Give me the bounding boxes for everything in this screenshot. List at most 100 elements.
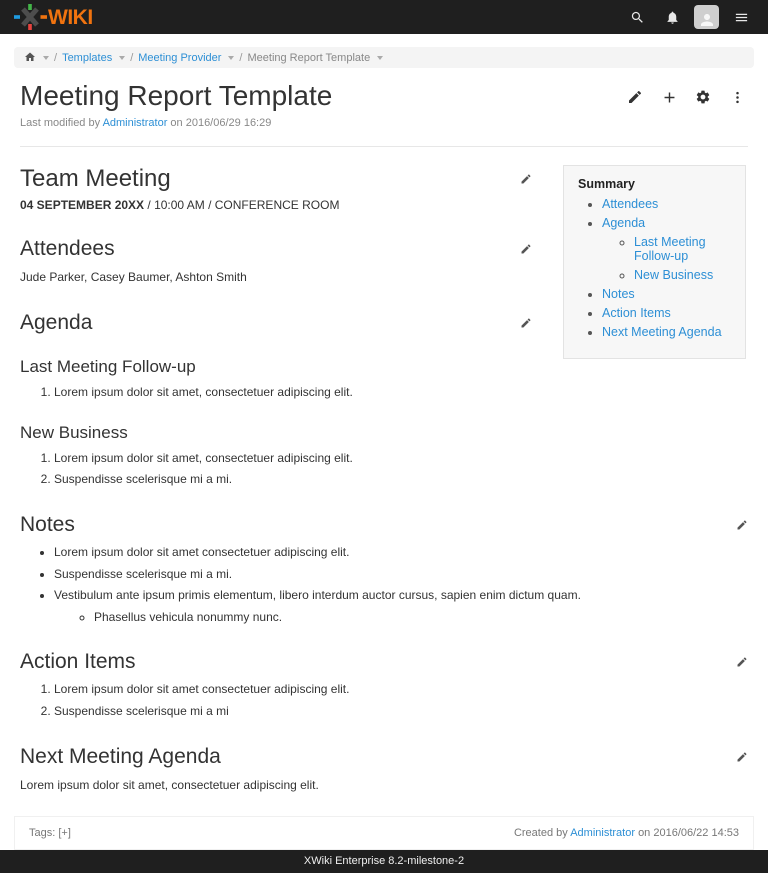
modified-suffix: on 2016/06/29 16:29 xyxy=(170,117,271,129)
user-avatar-button[interactable] xyxy=(694,5,719,29)
breadcrumb-item-templates[interactable]: Templates xyxy=(62,52,112,64)
pencil-icon xyxy=(627,89,643,105)
summary-link-last-meeting-follow-up[interactable]: Last Meeting Follow-up xyxy=(634,235,706,263)
home-icon[interactable] xyxy=(24,51,36,64)
summary-link-notes[interactable]: Notes xyxy=(602,287,635,301)
section-last-meeting-follow-up: Last Meeting Follow-up Lorem ipsum dolor… xyxy=(20,357,748,401)
plus-icon xyxy=(661,89,678,106)
current-page-caret-icon[interactable] xyxy=(377,56,383,60)
page-actions xyxy=(624,80,748,108)
section-next-meeting-agenda: Next Meeting Agenda Lorem ipsum dolor si… xyxy=(20,745,748,794)
action-items-list: Lorem ipsum dolor sit amet consectetuer … xyxy=(20,682,748,719)
next-meeting-agenda-text: Lorem ipsum dolor sit amet, consectetuer… xyxy=(20,776,748,794)
summary-sublist: Last Meeting Follow-up New Business xyxy=(602,235,735,282)
section-action-items: Action Items Lorem ipsum dolor sit amet … xyxy=(20,650,748,719)
top-sections: Team Meeting 04 SEPTEMBER 20XX / 10:00 A… xyxy=(20,165,532,335)
modified-prefix: Last modified by xyxy=(20,117,100,129)
version-footer-bar: XWiki Enterprise 8.2-milestone-2 xyxy=(0,850,768,873)
more-actions-button[interactable] xyxy=(726,86,748,108)
search-icon[interactable] xyxy=(624,4,650,30)
edit-section-icon[interactable] xyxy=(520,173,532,185)
home-caret-icon[interactable] xyxy=(43,56,49,60)
add-tag-button[interactable]: [+] xyxy=(58,827,71,839)
list-item: New Business xyxy=(634,268,735,282)
list-item: Lorem ipsum dolor sit amet consectetuer … xyxy=(54,545,748,561)
list-item: Vestibulum ante ipsum primis elementum, … xyxy=(54,588,748,625)
xwiki-logo-text: WIKI xyxy=(48,7,93,28)
list-item: Notes xyxy=(602,287,735,301)
section-heading: Agenda xyxy=(20,311,92,335)
section-heading: Notes xyxy=(20,513,75,537)
breadcrumb-item-meeting-provider[interactable]: Meeting Provider xyxy=(138,52,221,64)
user-avatar-icon xyxy=(698,11,716,29)
list-item-text: Vestibulum ante ipsum primis elementum, … xyxy=(54,588,581,602)
summary-link-new-business[interactable]: New Business xyxy=(634,268,713,282)
breadcrumb-separator: / xyxy=(239,52,242,64)
created-suffix: on 2016/06/22 14:53 xyxy=(638,827,739,839)
edit-section-icon[interactable] xyxy=(736,519,748,531)
list-item: Phasellus vehicula nonummy nunc. xyxy=(94,610,748,626)
xwiki-x-logo-icon xyxy=(14,4,47,30)
summary-link-action-items[interactable]: Action Items xyxy=(602,306,671,320)
summary-link-next-meeting-agenda[interactable]: Next Meeting Agenda xyxy=(602,325,722,339)
meeting-time-location: / 10:00 AM / CONFERENCE ROOM xyxy=(144,198,339,212)
list-item: Suspendisse scelerisque mi a mi xyxy=(54,704,748,720)
breadcrumb-separator: / xyxy=(54,52,57,64)
notifications-bell-icon[interactable] xyxy=(659,4,685,30)
page-header: Meeting Report Template Last modified by… xyxy=(0,68,768,147)
section-heading: New Business xyxy=(20,423,748,443)
section-new-business: New Business Lorem ipsum dolor sit amet,… xyxy=(20,423,748,488)
list-item: Agenda Last Meeting Follow-up New Busine… xyxy=(602,216,735,282)
breadcrumb-separator: / xyxy=(130,52,133,64)
list-item: Last Meeting Follow-up xyxy=(634,235,735,263)
settings-button[interactable] xyxy=(692,86,714,108)
notes-sublist: Phasellus vehicula nonummy nunc. xyxy=(54,610,748,626)
created-line: Created by Administrator on 2016/06/22 1… xyxy=(514,827,739,839)
section-heading: Next Meeting Agenda xyxy=(20,745,221,769)
list-item: Suspendisse scelerisque mi a mi. xyxy=(54,472,748,488)
section-attendees: Attendees Jude Parker, Casey Baumer, Ash… xyxy=(20,237,532,286)
summary-link-agenda[interactable]: Agenda xyxy=(602,216,645,230)
edit-section-icon[interactable] xyxy=(736,656,748,668)
meeting-date-line: 04 SEPTEMBER 20XX / 10:00 AM / CONFERENC… xyxy=(20,198,532,212)
section-heading: Team Meeting xyxy=(20,165,171,193)
summary-link-attendees[interactable]: Attendees xyxy=(602,197,658,211)
document-content: Summary Attendees Agenda Last Meeting Fo… xyxy=(0,147,768,793)
gear-icon xyxy=(695,89,711,105)
section-heading: Last Meeting Follow-up xyxy=(20,357,748,377)
create-page-button[interactable] xyxy=(658,86,680,108)
section-heading: Action Items xyxy=(20,650,136,674)
breadcrumb-item-current: Meeting Report Template xyxy=(247,52,370,64)
section-notes: Notes Lorem ipsum dolor sit amet consect… xyxy=(20,513,748,625)
list-item: Next Meeting Agenda xyxy=(602,325,735,339)
document-footer: Tags: [+] Created by Administrator on 20… xyxy=(14,816,754,850)
last-meeting-follow-up-list: Lorem ipsum dolor sit amet, consectetuer… xyxy=(20,385,748,401)
summary-panel: Summary Attendees Agenda Last Meeting Fo… xyxy=(563,165,746,359)
navbar-actions xyxy=(624,4,754,30)
new-business-list: Lorem ipsum dolor sit amet, consectetuer… xyxy=(20,451,748,488)
edit-section-icon[interactable] xyxy=(736,751,748,763)
edit-page-button[interactable] xyxy=(624,86,646,108)
version-text: XWiki Enterprise 8.2-milestone-2 xyxy=(304,855,464,867)
xwiki-logo[interactable]: WIKI xyxy=(14,4,93,30)
list-item: Suspendisse scelerisque mi a mi. xyxy=(54,567,748,583)
section-agenda: Agenda xyxy=(20,311,532,335)
notes-list: Lorem ipsum dolor sit amet consectetuer … xyxy=(20,545,748,625)
modified-user-link[interactable]: Administrator xyxy=(103,117,168,129)
edit-section-icon[interactable] xyxy=(520,317,532,329)
page-title: Meeting Report Template xyxy=(20,80,332,112)
meeting-provider-caret-icon[interactable] xyxy=(228,56,234,60)
edit-section-icon[interactable] xyxy=(520,243,532,255)
templates-caret-icon[interactable] xyxy=(119,56,125,60)
meeting-date: 04 SEPTEMBER 20XX xyxy=(20,198,144,212)
summary-list: Attendees Agenda Last Meeting Follow-up … xyxy=(578,197,735,339)
attendees-names: Jude Parker, Casey Baumer, Ashton Smith xyxy=(20,268,532,286)
list-item: Lorem ipsum dolor sit amet, consectetuer… xyxy=(54,451,748,467)
section-heading: Attendees xyxy=(20,237,115,261)
created-user-link[interactable]: Administrator xyxy=(570,827,635,839)
tags-label: Tags: xyxy=(29,827,55,839)
tags-area: Tags: [+] xyxy=(29,827,71,839)
hamburger-menu-icon[interactable] xyxy=(728,4,754,30)
list-item: Lorem ipsum dolor sit amet consectetuer … xyxy=(54,682,748,698)
summary-title: Summary xyxy=(578,177,735,191)
